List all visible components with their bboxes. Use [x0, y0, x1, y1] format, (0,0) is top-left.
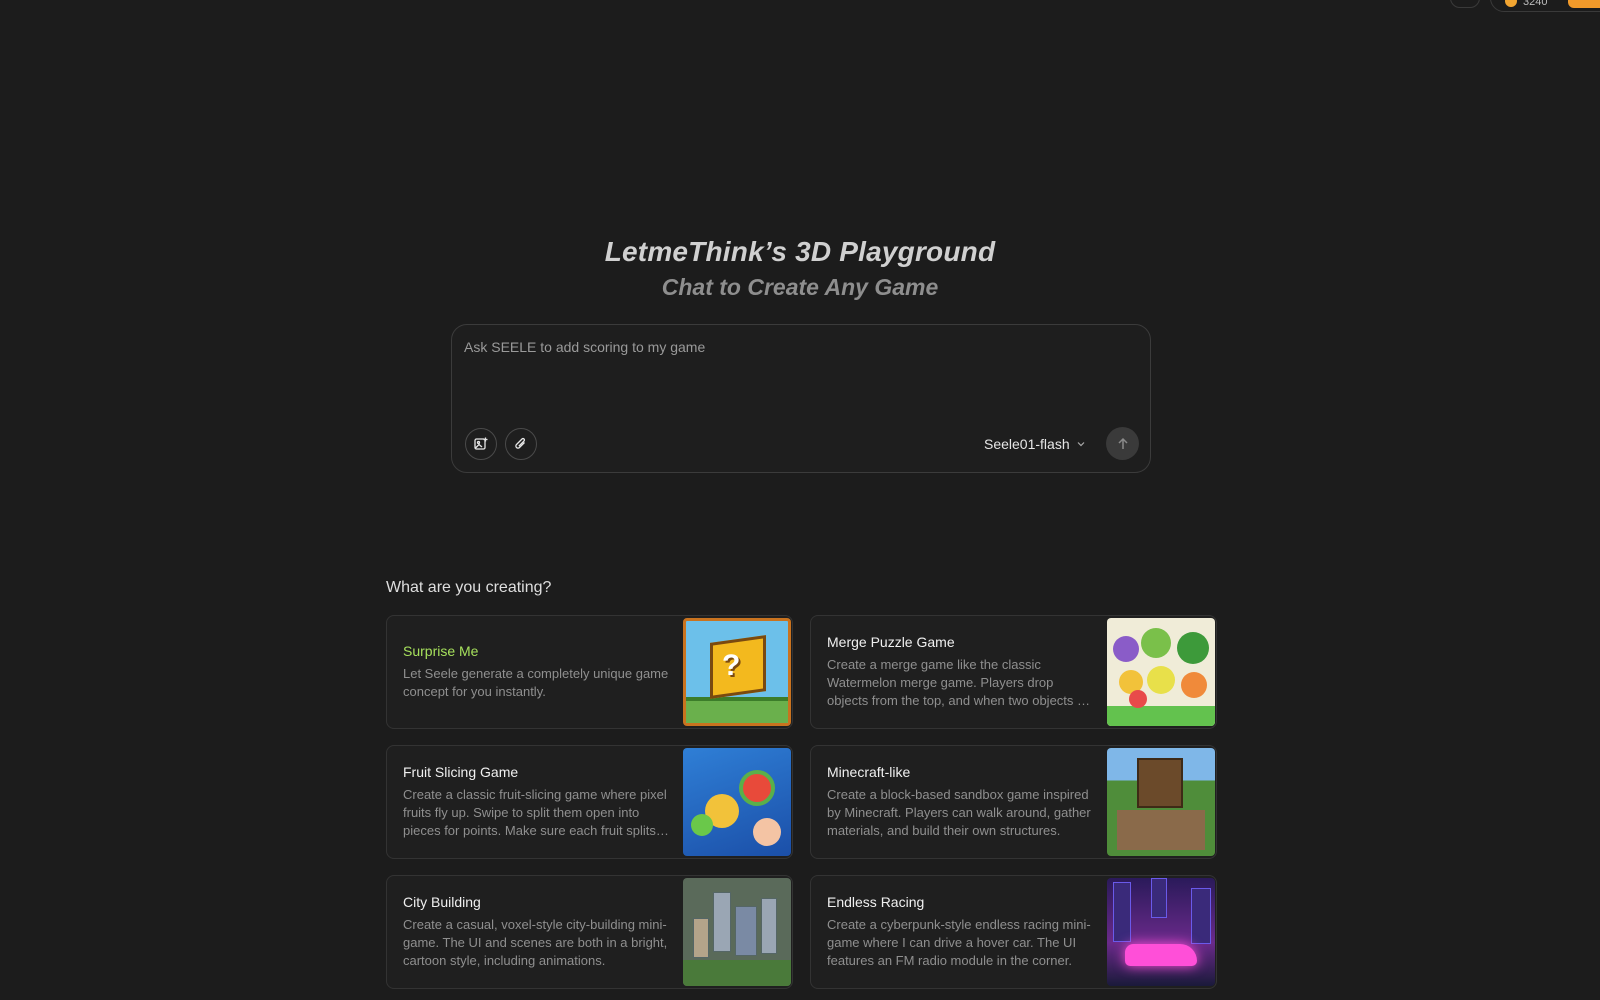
coin-icon: [1505, 0, 1517, 7]
card-text: Merge Puzzle Game Create a merge game li…: [827, 616, 1097, 728]
chevron-down-icon: [1077, 442, 1085, 447]
image-upload-icon: [474, 437, 488, 450]
card-title: Merge Puzzle Game: [827, 634, 955, 650]
prompt-box: Seele01-flash: [451, 324, 1151, 473]
page-title: LetmeThink’s 3D Playground: [604, 236, 996, 267]
card-text: Minecraft-like Create a block-based sand…: [827, 746, 1097, 858]
prompt-input[interactable]: [464, 339, 1134, 399]
attach-file-button[interactable]: [505, 428, 537, 460]
card-title: Surprise Me: [403, 643, 479, 659]
template-card-surprise-me[interactable]: Surprise Me Let Seele generate a complet…: [386, 615, 793, 729]
card-description: Let Seele generate a completely unique g…: [403, 666, 669, 699]
send-button[interactable]: [1106, 427, 1139, 460]
mystery-block-image: ?: [683, 618, 791, 726]
page-subtitle: Chat to Create Any Game: [661, 274, 939, 300]
arrow-up-icon: [1117, 437, 1128, 449]
card-text: Endless Racing Create a cyberpunk-style …: [827, 876, 1097, 988]
card-text: Surprise Me Let Seele generate a complet…: [403, 616, 673, 728]
template-card-fruit-slicing[interactable]: Fruit Slicing Game Create a classic frui…: [386, 745, 793, 859]
template-card-minecraft-like[interactable]: Minecraft-like Create a block-based sand…: [810, 745, 1217, 859]
city-map-image: [683, 878, 791, 986]
card-description: Create a merge game like the classic Wat…: [827, 657, 1088, 708]
card-text: Fruit Slicing Game Create a classic frui…: [403, 746, 673, 858]
card-description: Create a block-based sandbox game inspir…: [827, 787, 1091, 838]
template-card-merge-puzzle[interactable]: Merge Puzzle Game Create a merge game li…: [810, 615, 1217, 729]
model-name: Seele01-flash: [984, 436, 1070, 452]
card-description: Create a classic fruit-slicing game wher…: [403, 787, 667, 838]
upgrade-button[interactable]: [1568, 0, 1600, 8]
template-card-endless-racing[interactable]: Endless Racing Create a cyberpunk-style …: [810, 875, 1217, 989]
card-title: City Building: [403, 894, 481, 910]
card-title: Endless Racing: [827, 894, 925, 910]
neon-car-image: [1107, 878, 1215, 986]
credits-value: 3240: [1523, 0, 1548, 8]
page: 3240 LetmeThink’s 3D Playground Chat to …: [0, 0, 1600, 1000]
templates-heading: What are you creating?: [386, 579, 552, 596]
fruit-slicing-image: [683, 748, 791, 856]
card-text: City Building Create a casual, voxel-sty…: [403, 876, 673, 988]
card-title: Fruit Slicing Game: [403, 764, 519, 780]
notification-button[interactable]: [1450, 0, 1480, 8]
card-description: Create a cyberpunk-style endless racing …: [827, 917, 1091, 968]
card-title: Minecraft-like: [827, 764, 911, 780]
fruit-merge-image: [1107, 618, 1215, 726]
voxel-world-image: [1107, 748, 1215, 856]
upload-image-button[interactable]: [465, 428, 497, 460]
paperclip-icon: [515, 437, 526, 449]
model-selector[interactable]: Seele01-flash: [984, 433, 1086, 455]
card-description: Create a casual, voxel-style city-buildi…: [403, 917, 668, 968]
template-card-city-building[interactable]: City Building Create a casual, voxel-sty…: [386, 875, 793, 989]
